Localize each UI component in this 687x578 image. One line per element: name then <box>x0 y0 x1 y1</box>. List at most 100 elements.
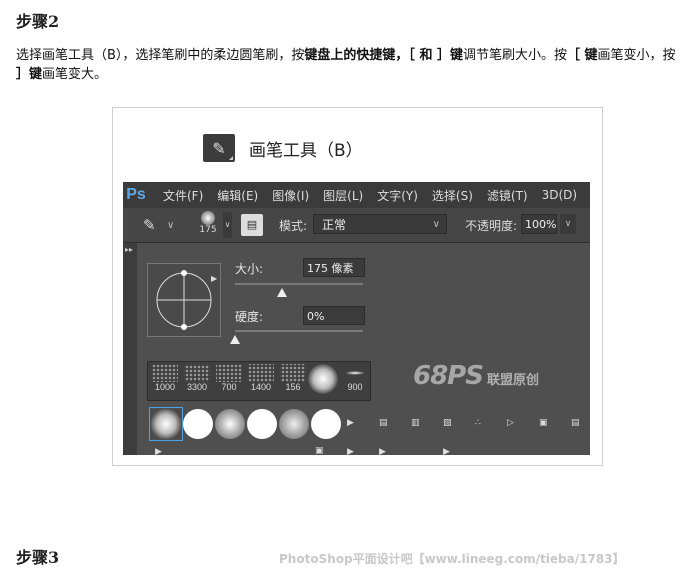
watermark-logo: 68PS <box>413 361 484 391</box>
soft-round-brush-icon <box>201 211 215 225</box>
instruction-bold-right-key: ］键 <box>16 67 43 82</box>
step2-heading: 步骤2 <box>16 12 60 31</box>
step3-heading: 步骤3 <box>16 548 60 567</box>
tool-header: ✎ 画笔工具（B） <box>203 134 363 162</box>
size-field[interactable]: 175 像素 <box>303 258 365 277</box>
opacity-field[interactable]: 100% <box>521 214 557 234</box>
tools-strip: ▸▸ <box>123 243 137 455</box>
brush-library-grid: ▶ ▤ ▥ ▧ ∴ ▷ ▣ ▤ ▶ ▣ ▶ ▶ ▶ <box>149 407 590 455</box>
marker-tip-icon[interactable]: ▥ <box>411 418 420 428</box>
preset-size: 3300 <box>186 382 208 392</box>
instruction-text: 画笔变小，按 <box>597 48 676 63</box>
brush-preset-picker[interactable]: 175 <box>195 210 221 240</box>
spray-tip-icon[interactable]: ∴ <box>475 418 481 428</box>
preset-size: 156 <box>285 382 301 392</box>
size-slider-thumb[interactable] <box>277 288 288 297</box>
screenshot-figure: ✎ 画笔工具（B） Ps 文件(F) 编辑(E) 图像(I) 图层(L) 文字(… <box>112 107 603 466</box>
preset-item[interactable]: 1000 <box>150 364 180 398</box>
speckle-brush-icon <box>184 364 210 382</box>
marker-tip-icon[interactable]: ▣ <box>315 446 324 455</box>
photoshop-window: Ps 文件(F) 编辑(E) 图像(I) 图层(L) 文字(Y) 选择(S) 滤… <box>123 182 590 455</box>
tool-name: 画笔工具（B） <box>249 140 363 161</box>
marker-tip-icon[interactable]: ▤ <box>379 418 388 428</box>
menu-type[interactable]: 文字(Y) <box>377 187 418 204</box>
soft-round-brush-tip[interactable] <box>215 409 245 439</box>
chevron-down-icon[interactable]: ∨ <box>223 212 232 238</box>
size-slider-track[interactable] <box>235 283 363 285</box>
brush-panel-toggle-icon[interactable]: ▤ <box>241 214 263 236</box>
play-arrow-icon: ▶ <box>211 274 218 283</box>
menu-file[interactable]: 文件(F) <box>163 187 203 204</box>
speckle-brush-icon <box>152 364 178 382</box>
roundness-handle-bottom <box>181 324 187 330</box>
preset-item[interactable]: 1400 <box>246 364 276 398</box>
hardness-slider-track[interactable] <box>235 330 363 332</box>
hardness-label: 硬度: <box>235 310 264 324</box>
instruction-paragraph: 选择画笔工具（B），选择笔刷中的柔边圆笔刷，按键盘上的快捷键，［ 和 ］键调节笔… <box>16 46 684 84</box>
double-chevron-icon[interactable]: ▸▸ <box>125 245 133 254</box>
menu-image[interactable]: 图像(I) <box>272 187 309 204</box>
watermark-text: 联盟原创 <box>486 373 539 388</box>
roundness-handle-top <box>181 270 187 276</box>
preset-size: 1400 <box>250 382 272 392</box>
soft-round-brush-tip[interactable] <box>149 407 183 441</box>
speckle-brush-icon <box>280 364 306 382</box>
opacity-label: 不透明度: <box>465 219 518 233</box>
menu-edit[interactable]: 编辑(E) <box>217 187 258 204</box>
recent-presets-row: 1000 3300 700 1400 156 900 <box>147 361 371 401</box>
chevron-down-icon[interactable]: ∨ <box>560 214 576 234</box>
chevron-down-icon[interactable]: ∨ <box>167 220 174 231</box>
pencil-tip-icon[interactable]: ▶ <box>347 447 354 455</box>
pencil-tip-icon[interactable]: ▶ <box>155 447 162 455</box>
hardness-field[interactable]: 0% <box>303 306 365 325</box>
instruction-bold-left-key: ［ 键 <box>567 48 598 63</box>
soft-round-brush-icon <box>308 364 338 394</box>
pencil-tip-icon[interactable]: ▶ <box>379 447 386 455</box>
soft-round-brush-tip[interactable] <box>279 409 309 439</box>
options-bar: ✎ ∨ 175 ∨ ▤ 模式: 正常 ∨ 不透明度: 100% ∨ <box>123 208 590 243</box>
preset-size: 900 <box>347 382 363 392</box>
hard-round-brush-tip[interactable] <box>183 409 213 439</box>
instruction-text: 画笔变大。 <box>42 67 108 82</box>
mode-value: 正常 <box>322 218 347 232</box>
brush-icon: ✎ <box>203 134 235 162</box>
hardness-slider-thumb[interactable] <box>230 335 240 344</box>
menu-bar: Ps 文件(F) 编辑(E) 图像(I) 图层(L) 文字(Y) 选择(S) 滤… <box>123 182 590 208</box>
size-label: 大小: <box>235 262 264 276</box>
brush-preset-popup: ▶ 大小: 175 像素 硬度: 0% 68PS联盟原创 1000 3300 <box>137 243 590 455</box>
pencil-tip-icon[interactable]: ▶ <box>347 418 354 428</box>
menu-3d[interactable]: 3D(D) <box>542 188 577 202</box>
preset-item[interactable]: 156 <box>278 364 308 398</box>
instruction-text: 选择画笔工具（B），选择笔刷中的柔边圆笔刷，按 <box>16 48 305 63</box>
brush-angle-widget[interactable] <box>147 263 221 337</box>
hard-round-brush-tip[interactable] <box>247 409 277 439</box>
menu-layer[interactable]: 图层(L) <box>323 187 363 204</box>
brush-size-readout: 175 <box>199 225 217 235</box>
marker-tip-icon[interactable]: ▧ <box>443 418 452 428</box>
preset-item[interactable] <box>308 364 338 398</box>
mode-select[interactable]: 正常 ∨ <box>313 214 447 234</box>
mode-label: 模式: <box>279 219 308 233</box>
watermark: 68PS 联盟原创 <box>413 361 539 391</box>
source-credit: PhotoShop平面设计吧【www.lineeg.com/tieba/1783… <box>279 552 625 566</box>
speckle-brush-icon <box>248 364 274 382</box>
instruction-bold-shortcut: 键盘上的快捷键，［ 和 ］键 <box>304 48 463 63</box>
speckle-brush-icon <box>216 364 242 382</box>
ps-logo: Ps <box>126 186 146 203</box>
preset-item[interactable]: 3300 <box>182 364 212 398</box>
preset-size: 1000 <box>154 382 176 392</box>
chevron-down-icon: ∨ <box>432 219 440 230</box>
brush-tool-icon[interactable]: ✎ <box>143 216 156 234</box>
hard-round-brush-tip[interactable] <box>311 409 341 439</box>
marker-tip-icon[interactable]: ▣ <box>539 418 548 428</box>
star-brush-icon <box>342 364 368 382</box>
pencil-tip-icon[interactable]: ▷ <box>507 418 514 428</box>
preset-item[interactable]: 700 <box>214 364 244 398</box>
preset-size: 700 <box>221 382 237 392</box>
menu-filter[interactable]: 滤镜(T) <box>487 187 528 204</box>
marker-tip-icon[interactable]: ▤ <box>571 418 580 428</box>
preset-item[interactable]: 900 <box>340 364 370 398</box>
menu-select[interactable]: 选择(S) <box>432 187 473 204</box>
instruction-text: 调节笔刷大小。按 <box>462 48 567 63</box>
pencil-tip-icon[interactable]: ▶ <box>443 447 450 455</box>
